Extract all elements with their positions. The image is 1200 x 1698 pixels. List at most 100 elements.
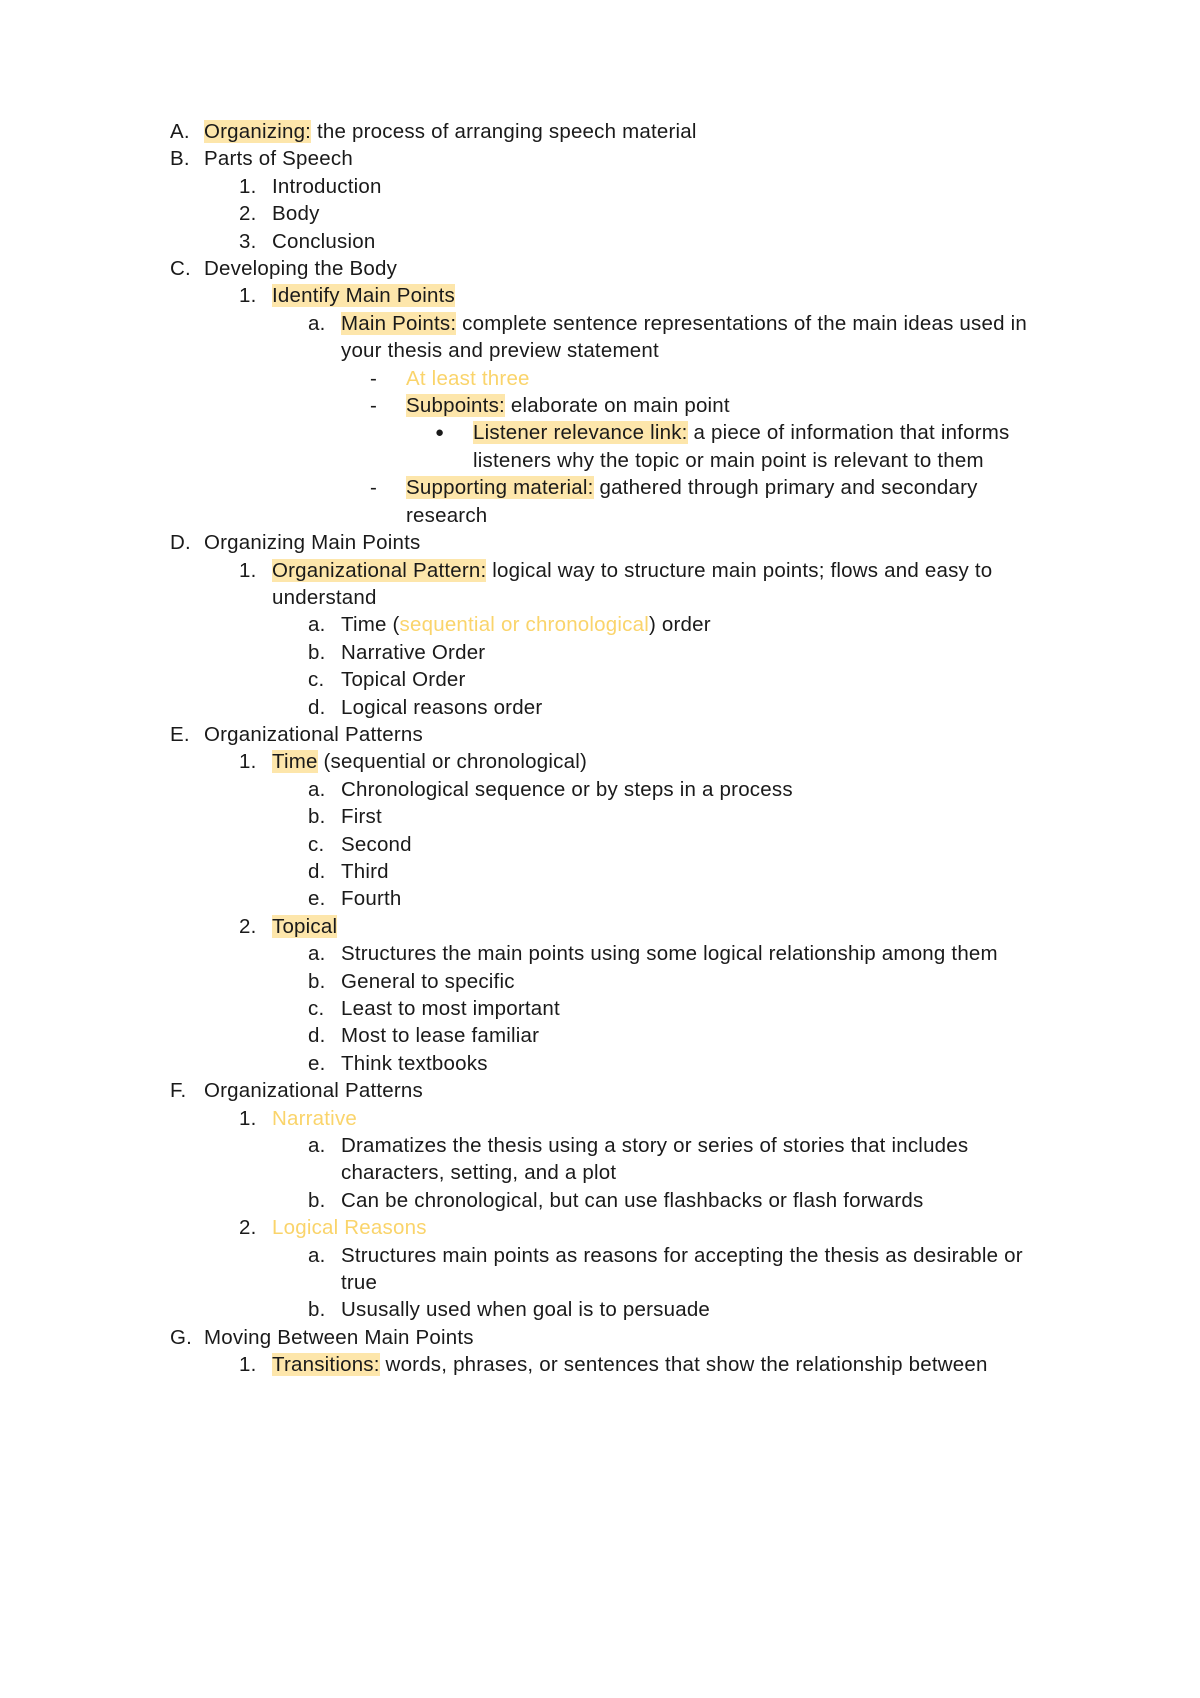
- list-marker: a.: [308, 942, 326, 966]
- outline-list: A. Organizing: the process of arranging …: [170, 118, 1030, 1379]
- list-marker: a.: [308, 1243, 326, 1267]
- list-marker: 3.: [239, 229, 257, 253]
- outline-item-c1a-dash3: - Supporting material: gathered through …: [370, 474, 1030, 529]
- outline-item-text: Listener relevance link: a piece of info…: [473, 419, 1030, 474]
- list-marker: 2.: [239, 202, 257, 226]
- outline-item-c1a-bullet1: ● Listener relevance link: a piece of in…: [435, 419, 1030, 474]
- list-marker: C.: [170, 257, 191, 281]
- outline-item-c: C. Developing the Body: [170, 255, 1030, 282]
- outline-item-text: Organizing: the process of arranging spe…: [204, 118, 1024, 145]
- item-body-text: words, phrases, or sentences that show t…: [379, 1353, 988, 1377]
- outline-item-e2c: c. Least to most important: [308, 995, 1030, 1022]
- list-marker: a.: [308, 613, 326, 637]
- highlighted-term: Organizing:: [204, 120, 312, 143]
- list-marker: 1.: [239, 284, 257, 308]
- list-marker: c.: [308, 832, 325, 856]
- outline-item-d1b: b. Narrative Order: [308, 639, 1030, 666]
- outline-item-text: Narrative Order: [341, 640, 486, 664]
- outline-item-text: Supporting material: gathered through pr…: [406, 474, 1030, 529]
- list-marker: 1.: [239, 174, 257, 198]
- outline-item-e1e: e. Fourth: [308, 885, 1030, 912]
- outline-item-text: Organizational Patterns: [204, 1079, 423, 1103]
- outline-item-g: G. Moving Between Main Points: [170, 1324, 1030, 1351]
- outline-item-a: A. Organizing: the process of arranging …: [170, 118, 1030, 145]
- outline-item-g1: 1. Transitions: words, phrases, or sente…: [239, 1351, 1030, 1378]
- list-marker: E.: [170, 722, 190, 746]
- item-body-text-pre: Time (: [341, 613, 400, 637]
- outline-item-text: Organizational Patterns: [204, 722, 423, 746]
- item-body-text: the process of arranging speech material: [311, 120, 697, 143]
- highlighted-term: Organizational Pattern:: [272, 558, 487, 582]
- outline-item-text: Topical Order: [341, 668, 466, 692]
- outline-item-text: Second: [341, 832, 412, 856]
- document-page: A. Organizing: the process of arranging …: [0, 0, 1200, 1698]
- outline-item-e1b: b. First: [308, 803, 1030, 830]
- dash-marker: -: [370, 394, 378, 418]
- item-body-text: elaborate on main point: [504, 394, 730, 418]
- outline-item-text: Subpoints: elaborate on main point: [406, 392, 1030, 419]
- outline-item-d: D. Organizing Main Points: [170, 529, 1030, 556]
- outline-item-text: Structures main points as reasons for ac…: [341, 1243, 1023, 1295]
- highlighted-term: Transitions:: [272, 1353, 380, 1377]
- outline-item-e2a: a. Structures the main points using some…: [308, 940, 1030, 967]
- highlighted-term: Main Points:: [341, 311, 457, 335]
- outline-item-d1d: d. Logical reasons order: [308, 694, 1030, 721]
- outline-item-text: Fourth: [341, 887, 402, 911]
- outline-item-c1: 1. Identify Main Points: [239, 282, 1030, 309]
- outline-item-d1: 1. Organizational Pattern: logical way t…: [239, 557, 1030, 612]
- outline-item-text: At least three: [406, 366, 530, 390]
- outline-item-text: Third: [341, 859, 389, 883]
- outline-item-f1: 1. Narrative: [239, 1105, 1030, 1132]
- outline-item-f2b: b. Ususally used when goal is to persuad…: [308, 1296, 1030, 1323]
- outline-item-e2e: e. Think textbooks: [308, 1050, 1030, 1077]
- list-marker: 2.: [239, 1216, 257, 1240]
- outline-item-text: Most to lease familiar: [341, 1024, 540, 1048]
- outline-item-text: Topical: [272, 913, 1030, 940]
- highlighted-term: Time: [272, 750, 318, 774]
- list-marker: a.: [308, 1134, 326, 1158]
- outline-item-e: E. Organizational Patterns: [170, 721, 1030, 748]
- outline-item-text: Logical reasons order: [341, 695, 543, 719]
- outline-item-text: Parts of Speech: [204, 147, 353, 171]
- dash-marker: -: [370, 476, 378, 500]
- list-marker: b.: [308, 1188, 326, 1212]
- outline-item-b3: 3. Conclusion: [239, 228, 1030, 255]
- item-body-text: (sequential or chronological): [317, 750, 588, 774]
- highlighted-term: Listener relevance link:: [473, 421, 688, 445]
- outline-item-text: Organizing Main Points: [204, 531, 421, 555]
- list-marker: e.: [308, 887, 326, 911]
- outline-item-f1a: a. Dramatizes the thesis using a story o…: [308, 1132, 1030, 1187]
- outline-item-text: Can be chronological, but can use flashb…: [341, 1188, 924, 1212]
- list-marker: b.: [308, 805, 326, 829]
- outline-item-c1a-dash1: - At least three: [370, 365, 1030, 392]
- outline-item-text: First: [341, 805, 382, 829]
- list-marker: c.: [308, 668, 325, 692]
- outline-item-b1: 1. Introduction: [239, 173, 1030, 200]
- highlighted-term: Supporting material:: [406, 476, 594, 500]
- item-body-text-post: ) order: [648, 613, 711, 637]
- outline-item-e2: 2. Topical: [239, 913, 1030, 940]
- outline-item-e1a: a. Chronological sequence or by steps in…: [308, 776, 1030, 803]
- list-marker: e.: [308, 1051, 326, 1075]
- outline-item-text: Chronological sequence or by steps in a …: [341, 777, 793, 801]
- highlighted-term: Identify Main Points: [272, 284, 455, 308]
- list-marker: F.: [170, 1079, 187, 1103]
- list-marker: 2.: [239, 914, 257, 938]
- list-marker: 1.: [239, 750, 257, 774]
- outline-item-e2b: b. General to specific: [308, 968, 1030, 995]
- outline-item-text: Body: [272, 202, 320, 226]
- outline-item-f2a: a. Structures main points as reasons for…: [308, 1242, 1030, 1297]
- outline-item-f: F. Organizational Patterns: [170, 1077, 1030, 1104]
- outline-item-d1c: c. Topical Order: [308, 666, 1030, 693]
- list-marker: d.: [308, 859, 326, 883]
- outline-item-text: Moving Between Main Points: [204, 1325, 474, 1349]
- outline-item-text: Structures the main points using some lo…: [341, 942, 998, 966]
- outline-item-text: Think textbooks: [341, 1051, 488, 1075]
- dash-marker: -: [370, 366, 378, 390]
- list-marker: d.: [308, 695, 326, 719]
- outline-item-c1a-dash2: - Subpoints: elaborate on main point: [370, 392, 1030, 419]
- outline-item-text: Narrative: [272, 1106, 358, 1130]
- list-marker: a.: [308, 311, 326, 335]
- outline-item-text: Time (sequential or chronological) order: [341, 611, 1030, 638]
- outline-item-b: B. Parts of Speech: [170, 145, 1030, 172]
